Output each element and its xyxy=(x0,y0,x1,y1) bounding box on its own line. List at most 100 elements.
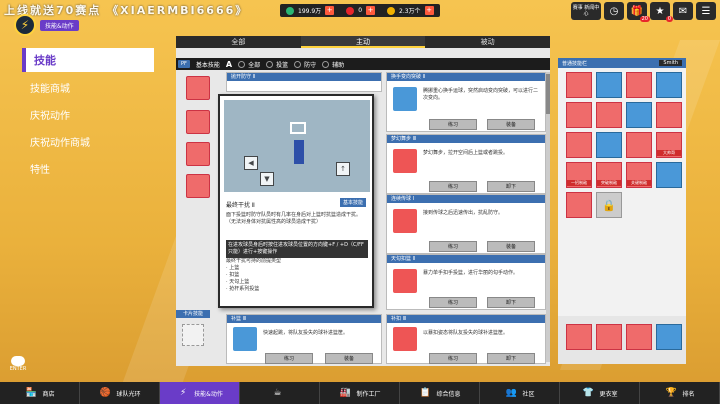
sidebar-item-skills[interactable]: 技能 xyxy=(22,48,154,72)
card-slot[interactable] xyxy=(626,324,652,350)
bullet-text: 抢杆系列投篮 xyxy=(229,286,260,292)
top-icons: 赛事 新闻中心 ◷ 🎁 20 ★ 0 ✉ ☰ xyxy=(571,2,716,22)
skill-slot[interactable]: 关键制敌 xyxy=(626,162,652,188)
clock-icon[interactable]: ◷ xyxy=(604,2,624,20)
skill-slot[interactable] xyxy=(596,132,622,158)
skill-card: 天勾扣篮 Ⅱ 暴力单手扣手投篮，进行华丽的勾手动作。 练习 卸下 xyxy=(386,254,546,310)
skill-slot[interactable] xyxy=(656,72,682,98)
nav-info[interactable]: 📋 综合信息 xyxy=(400,382,480,404)
skill-avatar-icon xyxy=(393,149,417,173)
add-currency-button[interactable]: + xyxy=(325,6,335,15)
skill-slot[interactable] xyxy=(626,132,652,158)
add-currency-button[interactable]: + xyxy=(424,6,434,15)
practice-button[interactable]: 练习 xyxy=(429,119,477,130)
skill-card: 抛开防守 Ⅱ xyxy=(226,72,382,92)
nav-label: 技能&动作 xyxy=(194,390,223,398)
skill-slot[interactable]: 大帅哥 xyxy=(656,132,682,158)
nav-shop[interactable]: 🏪 商店 xyxy=(0,382,80,404)
sidebar-item-traits[interactable]: 特性 xyxy=(22,156,154,180)
skill-slot[interactable] xyxy=(656,162,682,188)
sidebar-item-celebration-shop[interactable]: 庆祝动作商城 xyxy=(22,129,154,153)
skill-avatar-icon[interactable] xyxy=(186,174,210,198)
filter-label: 防守 xyxy=(304,61,317,69)
equipped-header: 普通技能栏 Smith xyxy=(558,58,686,68)
tab-all[interactable]: 全部 xyxy=(176,36,301,48)
reward-icon[interactable]: ★ 0 xyxy=(650,2,673,22)
filter-shoot[interactable]: 投篮 xyxy=(266,60,288,69)
card-slot[interactable] xyxy=(596,324,622,350)
equip-button[interactable]: 装备 xyxy=(325,353,373,364)
skill-slot[interactable] xyxy=(566,102,592,128)
base-skill-tag: PF xyxy=(178,60,190,68)
popup-control: 在进攻球员身后时按住进攻球员位置的方向键+F / +D（C/FF只能）进行+按键… xyxy=(226,240,368,258)
skill-slot[interactable] xyxy=(566,192,592,218)
menu-icon[interactable]: ☰ xyxy=(696,2,716,20)
skill-avatar-icon[interactable] xyxy=(186,142,210,166)
gift-icon[interactable]: 🎁 20 xyxy=(627,2,650,22)
nav-label: 制作工厂 xyxy=(356,390,381,398)
practice-button[interactable]: 练习 xyxy=(429,241,477,252)
practice-button[interactable]: 练习 xyxy=(429,353,477,364)
equip-button[interactable]: 装备 xyxy=(487,119,535,130)
tab-active[interactable]: 主动 xyxy=(300,36,426,48)
card-header: 抛开防守 Ⅱ xyxy=(227,73,381,81)
nav-community[interactable]: 👥 社区 xyxy=(480,382,560,404)
unequip-button[interactable]: 卸下 xyxy=(487,181,535,192)
nav-ranking[interactable]: 🏆 排名 xyxy=(640,382,720,404)
card-desc: 接到传球之后迅速传出，抗乱防守。 xyxy=(423,210,504,216)
green-coin-icon xyxy=(286,6,294,15)
skill-slot[interactable] xyxy=(566,132,592,158)
card-desc: 快速起跳，将队友投失的球补进篮筐。 xyxy=(263,330,349,336)
skill-card: 梦幻舞步 Ⅲ 梦幻舞步，拉开空间后上篮或者跳投。 练习 卸下 xyxy=(386,134,546,194)
card-skill-label: 卡片技能 xyxy=(176,310,210,318)
skill-slot[interactable] xyxy=(626,102,652,128)
practice-button[interactable]: 练习 xyxy=(429,297,477,308)
league-icon[interactable]: 赛事 新闻中心 xyxy=(571,2,601,20)
skill-slot[interactable] xyxy=(626,72,652,98)
bullet-item: · 上篮 xyxy=(226,265,240,271)
skill-avatar-icon[interactable] xyxy=(186,76,210,100)
sidebar-item-celebrations[interactable]: 庆祝动作 xyxy=(22,102,154,126)
nav-locker[interactable]: 👕 更衣室 xyxy=(560,382,640,404)
practice-button[interactable]: 练习 xyxy=(265,353,313,364)
cup-icon: ☕ xyxy=(273,388,282,398)
red-coin-icon xyxy=(346,6,355,15)
unequip-button[interactable]: 卸下 xyxy=(487,353,535,364)
skill-slot[interactable] xyxy=(596,72,622,98)
equip-button[interactable]: 装备 xyxy=(487,241,535,252)
player-select[interactable]: Smith xyxy=(659,60,682,66)
skill-slot[interactable] xyxy=(566,72,592,98)
nav-skills[interactable]: ⚡ 技能&动作 xyxy=(160,382,240,404)
skill-avatar-icon[interactable] xyxy=(186,110,210,134)
skill-slot[interactable] xyxy=(656,102,682,128)
tab-passive[interactable]: 被动 xyxy=(425,36,550,48)
skill-slot[interactable]: 一招制敌 xyxy=(566,162,592,188)
nav-drink[interactable]: ☕ xyxy=(240,382,320,404)
card-desc: 以暴扣姿态将队友投失的球补进篮筐。 xyxy=(423,330,509,336)
skill-slot[interactable] xyxy=(596,102,622,128)
clock-glyph: ◷ xyxy=(609,5,619,17)
bullet-item: · 扣篮 xyxy=(226,272,240,278)
add-currency-button[interactable]: + xyxy=(366,6,376,15)
sidebar-item-skill-shop[interactable]: 技能商城 xyxy=(22,75,154,99)
skill-slot[interactable]: 突破制敌 xyxy=(596,162,622,188)
filter-label: 投篮 xyxy=(276,61,289,69)
chat-enter-button[interactable]: ENTER xyxy=(8,356,28,374)
base-skill-label: 基本技能 xyxy=(195,61,220,69)
filter-all[interactable]: 全部 xyxy=(238,60,260,69)
lock-icon: 🔒 xyxy=(596,192,622,218)
nav-factory[interactable]: 🏭 制作工厂 xyxy=(320,382,400,404)
filter-defense[interactable]: 防守 xyxy=(294,60,316,69)
card-skill-slot[interactable]: 卡片技能 xyxy=(176,310,210,360)
practice-button[interactable]: 练习 xyxy=(429,181,477,192)
card-slot[interactable] xyxy=(656,324,682,350)
nav-team-aura[interactable]: 🏀 球队光环 xyxy=(80,382,160,404)
mail-icon[interactable]: ✉ xyxy=(673,2,693,20)
scrollbar-track[interactable] xyxy=(546,72,550,362)
scrollbar-thumb[interactable] xyxy=(546,74,550,114)
lightning-icon: ⚡ xyxy=(179,388,187,398)
unequip-button[interactable]: 卸下 xyxy=(487,297,535,308)
bullets-title: 最终干扰可持的前提类型 xyxy=(226,258,282,264)
card-slot[interactable] xyxy=(566,324,592,350)
filter-assist[interactable]: 辅助 xyxy=(322,60,344,69)
